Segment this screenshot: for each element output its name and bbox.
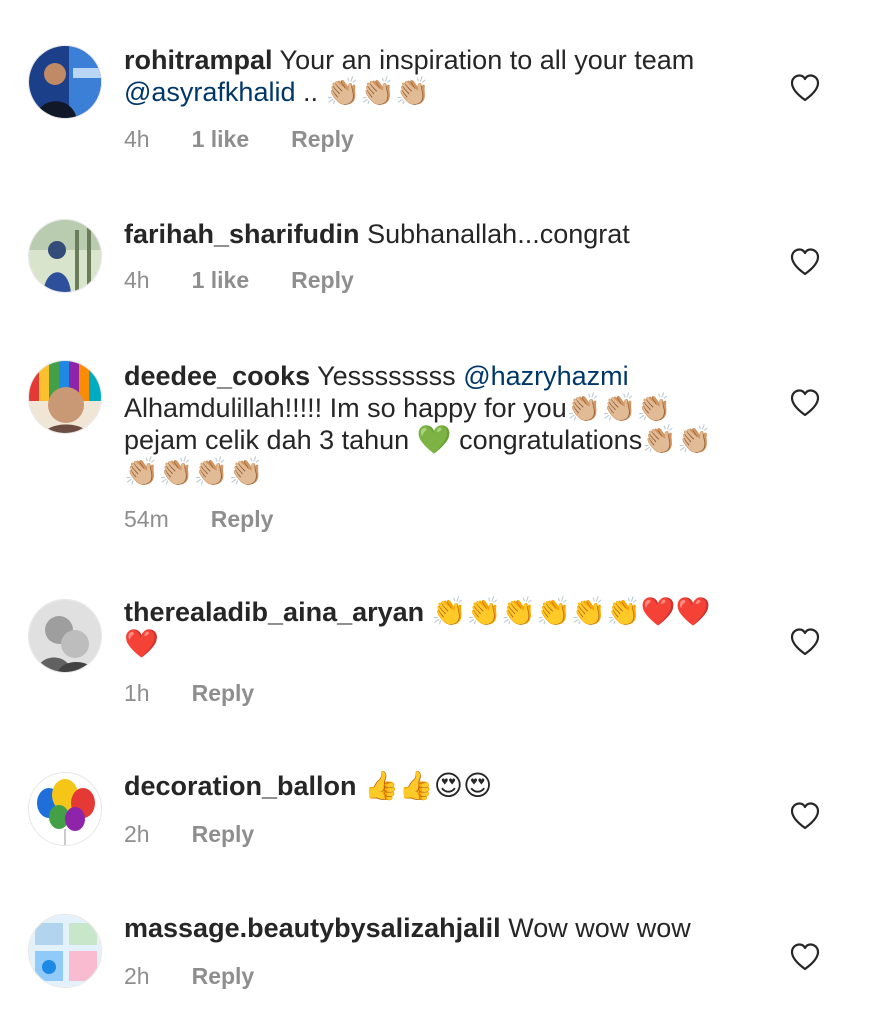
comment-likes[interactable]: 1 like <box>192 266 250 294</box>
comment-body-cont: congratulations <box>451 425 643 455</box>
mention-link[interactable]: @asyrafkhalid <box>124 77 295 107</box>
comment-body: Subhanallah...congrat <box>367 219 630 249</box>
comment-time: 4h <box>124 267 150 293</box>
comment-username[interactable]: farihah_sharifudin <box>124 219 360 249</box>
heart-outline-icon[interactable] <box>789 388 821 418</box>
comment-text: farihah_sharifudin Subhanallah...congrat <box>124 218 744 250</box>
heart-outline-icon[interactable] <box>789 627 821 657</box>
avatar[interactable] <box>28 219 102 293</box>
comment-meta: 4h 1 like Reply <box>124 125 354 153</box>
comment-username[interactable]: therealadib_aina_aryan <box>124 597 424 627</box>
comment-emoji: 👍👍😍😍 <box>364 769 493 802</box>
comment-time: 2h <box>124 821 150 847</box>
avatar[interactable] <box>28 45 102 119</box>
reply-button[interactable]: Reply <box>291 266 354 294</box>
comment-body: Yessssssss <box>317 361 464 391</box>
reply-button[interactable]: Reply <box>192 962 255 990</box>
comment-emoji: 💚 <box>416 423 452 456</box>
comment-username[interactable]: massage.beautybysalizahjalil <box>124 913 501 943</box>
comment-emoji: 👏🏼👏🏼👏🏼 <box>325 75 431 108</box>
comment-likes[interactable]: 1 like <box>192 125 250 153</box>
comment-text: decoration_ballon 👍👍😍😍 <box>124 770 744 802</box>
avatar[interactable] <box>28 914 102 988</box>
comment-meta: 2h Reply <box>124 962 254 990</box>
reply-button[interactable]: Reply <box>192 820 255 848</box>
comment-meta: 4h 1 like Reply <box>124 266 354 294</box>
reply-button[interactable]: Reply <box>192 679 255 707</box>
heart-outline-icon[interactable] <box>789 801 821 831</box>
comment-body-cont: .. <box>295 77 326 107</box>
comment-meta: 1h Reply <box>124 679 254 707</box>
mention-link[interactable]: @hazryhazmi <box>463 361 628 391</box>
comment-time: 4h <box>124 126 150 152</box>
comment-text: therealadib_aina_aryan 👏👏👏👏👏👏❤️❤️❤️ <box>124 596 744 660</box>
comment-time: 2h <box>124 963 150 989</box>
avatar[interactable] <box>28 360 102 434</box>
comment-body-cont: Alhamdulillah!!!!! Im so happy for you <box>124 393 567 423</box>
heart-outline-icon[interactable] <box>789 942 821 972</box>
comment-username[interactable]: rohitrampal <box>124 45 273 75</box>
avatar[interactable] <box>28 772 102 846</box>
comment-body: Wow wow wow <box>508 913 691 943</box>
heart-outline-icon[interactable] <box>789 247 821 277</box>
comment-time: 1h <box>124 680 150 706</box>
avatar-image <box>29 600 101 672</box>
comment-body-cont: pejam celik dah 3 tahun <box>124 425 417 455</box>
avatar-image <box>29 773 101 845</box>
comment-username[interactable]: deedee_cooks <box>124 361 310 391</box>
reply-button[interactable]: Reply <box>291 125 354 153</box>
avatar-image <box>29 361 101 433</box>
avatar-image <box>29 220 101 292</box>
comment-body: Your an inspiration to all your team <box>279 45 695 75</box>
comment-meta: 54m Reply <box>124 505 273 533</box>
avatar[interactable] <box>28 599 102 673</box>
comment-text: rohitrampal Your an inspiration to all y… <box>124 44 744 108</box>
avatar-image <box>29 46 101 118</box>
heart-outline-icon[interactable] <box>789 73 821 103</box>
avatar-image <box>29 915 101 987</box>
reply-button[interactable]: Reply <box>211 505 274 533</box>
comment-meta: 2h Reply <box>124 820 254 848</box>
comment-text: massage.beautybysalizahjalil Wow wow wow <box>124 912 744 944</box>
comment-text: deedee_cooks Yessssssss @hazryhazmi Alha… <box>124 360 744 488</box>
comment-username[interactable]: decoration_ballon <box>124 771 357 801</box>
comment-emoji: 👏🏼👏🏼👏🏼 <box>566 391 672 424</box>
comment-time: 54m <box>124 506 169 532</box>
